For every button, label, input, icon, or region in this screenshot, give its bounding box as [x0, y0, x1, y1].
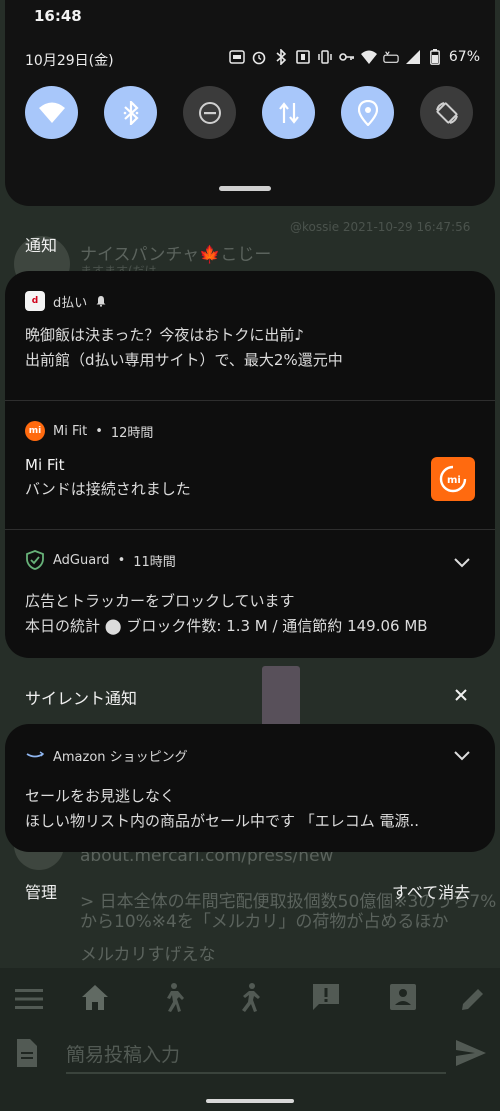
mobile-data-tile[interactable] — [262, 86, 315, 139]
clear-all-button[interactable]: すべて消去 — [392, 879, 470, 903]
do-not-disturb-icon — [198, 101, 221, 124]
notification-line1: 晩御飯は決まった？今夜はおトクに出前♪ — [25, 326, 304, 344]
notification-app-name: Mi Fit — [53, 423, 88, 439]
svg-text:mi: mi — [447, 475, 461, 486]
feedback-icon[interactable] — [309, 980, 343, 1014]
alert-bell-icon — [96, 296, 106, 307]
mifit-large-icon: mi — [431, 457, 475, 501]
notification-line1: セールをお見逃しなく — [25, 787, 176, 805]
location-tile[interactable] — [341, 86, 394, 139]
auto-rotate-tile[interactable] — [420, 86, 473, 139]
amazon-smile-icon — [26, 751, 45, 758]
notification-app-name: Amazon ショッピング — [53, 749, 188, 765]
notification-time: 12時間 — [110, 425, 154, 441]
chevron-down-icon[interactable] — [451, 745, 473, 767]
silent-notification-group: Amazon ショッピング セールをお見逃しなく ほしい物リスト内の商品がセール… — [5, 724, 495, 852]
chevron-down-icon[interactable] — [451, 552, 473, 574]
notification-line2: 本日の統計 ⬤ ブロック件数: 1.3 M / 通信節約 149.06 MB — [25, 617, 428, 635]
running-icon[interactable] — [232, 980, 266, 1014]
notification-app-name: d払い — [53, 295, 88, 311]
notification-title: Mi Fit — [25, 456, 65, 474]
bluetooth-icon — [123, 100, 139, 125]
edit-icon[interactable] — [456, 982, 490, 1016]
quick-post-input[interactable]: 簡易投稿入力 — [66, 1034, 446, 1074]
profile-icon[interactable] — [386, 980, 420, 1014]
location-pin-icon — [357, 99, 378, 126]
vibrate-icon — [317, 49, 333, 65]
post-thumbnail — [262, 666, 300, 728]
notification-amazon[interactable]: Amazon ショッピング セールをお見逃しなく ほしい物リスト内の商品がセール… — [5, 724, 495, 852]
manage-button[interactable]: 管理 — [25, 879, 57, 903]
post-quote-line2: から10%※4を「メルカリ」の荷物が占めるほか — [80, 912, 449, 932]
volte-icon — [383, 49, 399, 65]
bluetooth-icon — [273, 49, 289, 65]
auto-rotate-icon — [435, 101, 458, 124]
notifications-section-label: 通知 — [25, 236, 58, 255]
adguard-shield-icon — [26, 550, 44, 570]
clock: 16:48 — [34, 7, 82, 25]
home-icon[interactable] — [78, 980, 112, 1014]
notification-dbarai[interactable]: d d払い 晩御飯は決まった？今夜はおトクに出前♪ 出前館（d払い専用サイト）で… — [5, 271, 495, 400]
dbarai-app-icon: d — [25, 291, 45, 311]
notification-adguard[interactable]: AdGuard • 11時間 広告とトラッカーをブロックしています 本日の統計 … — [5, 529, 495, 658]
notification-line1: 広告とトラッカーをブロックしています — [25, 592, 295, 610]
notification-mifit[interactable]: mi Mi Fit • 12時間 Mi Fit バンドは接続されました mi — [5, 400, 495, 529]
data-transfer-icon — [278, 101, 299, 124]
post-comment: メルカリすげえな — [80, 945, 216, 965]
notification-line1: バンドは接続されました — [25, 480, 191, 498]
quick-settings-tiles — [25, 86, 473, 139]
notification-line2: 出前館（d払い専用サイト）で、最大2%還元中 — [25, 351, 343, 369]
alarm-icon — [251, 49, 267, 65]
bluetooth-tile[interactable] — [104, 86, 157, 139]
quick-settings-expand-handle[interactable] — [219, 186, 271, 191]
menu-icon[interactable] — [12, 982, 46, 1016]
notification-group: d d払い 晩御飯は決まった？今夜はおトクに出前♪ 出前館（d払い専用サイト）で… — [5, 271, 495, 658]
date-label: 10月29日(金) — [25, 53, 114, 69]
battery-icon — [427, 49, 443, 65]
signal-icon — [405, 49, 421, 65]
auto-icon — [229, 49, 245, 65]
notification-line2: ほしい物リスト内の商品がセール中です 「エレコム 電源.. — [25, 812, 420, 830]
wifi-icon — [38, 102, 65, 123]
status-icons: 67% — [229, 49, 480, 65]
home-gesture-bar[interactable] — [206, 1099, 294, 1103]
document-icon[interactable] — [10, 1036, 44, 1070]
battery-percent: 67% — [448, 49, 480, 65]
do-not-disturb-tile[interactable] — [183, 86, 236, 139]
mifit-app-icon: mi — [25, 421, 45, 441]
nfc-icon — [295, 49, 311, 65]
notification-time: 11時間 — [133, 554, 176, 570]
wifi-icon — [360, 49, 377, 65]
close-icon — [455, 689, 467, 701]
post-meta: @kossie 2021-10-29 16:47:56 — [290, 220, 471, 234]
notification-app-name: AdGuard — [53, 552, 110, 568]
clear-silent-button[interactable] — [450, 684, 472, 706]
key-icon — [339, 49, 355, 65]
send-icon[interactable] — [454, 1036, 488, 1070]
walking-icon[interactable] — [155, 980, 189, 1014]
wifi-tile[interactable] — [25, 86, 78, 139]
silent-notifications-label: サイレント通知 — [25, 689, 138, 708]
